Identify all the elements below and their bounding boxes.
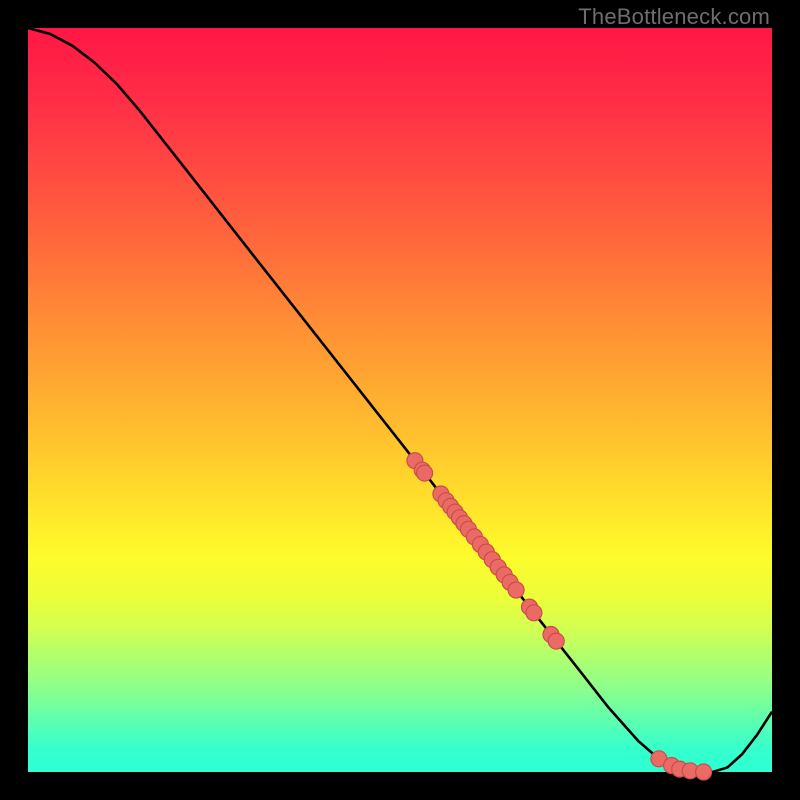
chart-svg (28, 28, 772, 772)
curve-marker (526, 605, 542, 621)
watermark-text: TheBottleneck.com (578, 4, 770, 30)
curve-marker (417, 465, 433, 481)
curve-markers (407, 453, 712, 780)
curve-marker (696, 764, 712, 780)
bottleneck-curve (28, 28, 772, 772)
curve-marker (548, 633, 564, 649)
curve-marker (508, 582, 524, 598)
